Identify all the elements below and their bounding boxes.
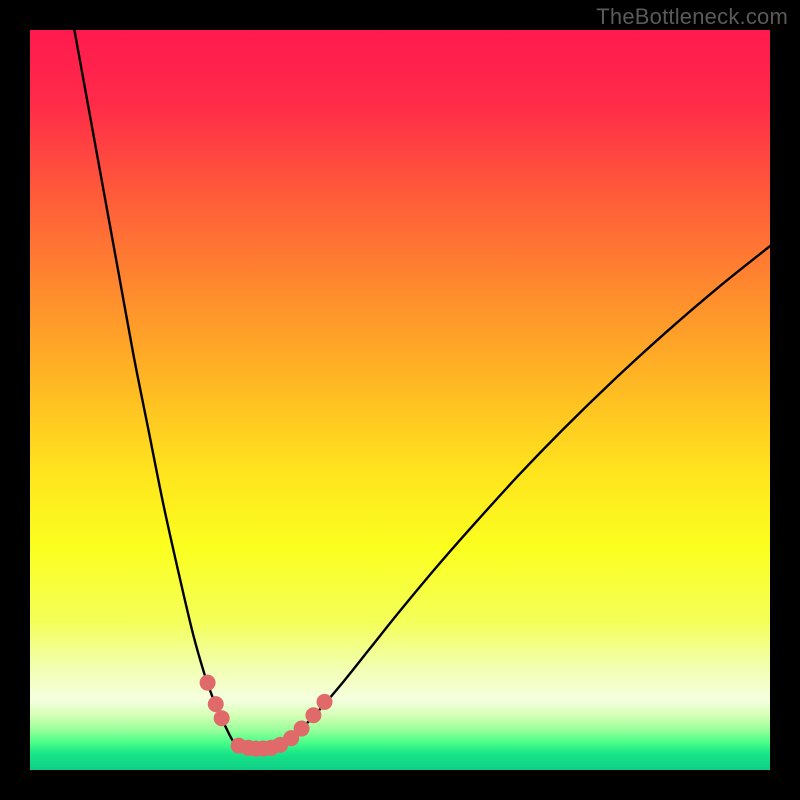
plot-area xyxy=(30,30,770,770)
bottleneck-curve xyxy=(74,30,770,749)
marker-point xyxy=(208,696,224,712)
marker-point xyxy=(294,721,310,737)
marker-point xyxy=(305,707,321,723)
chart-frame: TheBottleneck.com xyxy=(0,0,800,800)
marker-point xyxy=(200,675,216,691)
watermark-text: TheBottleneck.com xyxy=(596,4,788,30)
highlighted-points xyxy=(200,675,333,757)
marker-point xyxy=(317,694,333,710)
marker-point xyxy=(214,710,230,726)
curve-layer xyxy=(30,30,770,770)
